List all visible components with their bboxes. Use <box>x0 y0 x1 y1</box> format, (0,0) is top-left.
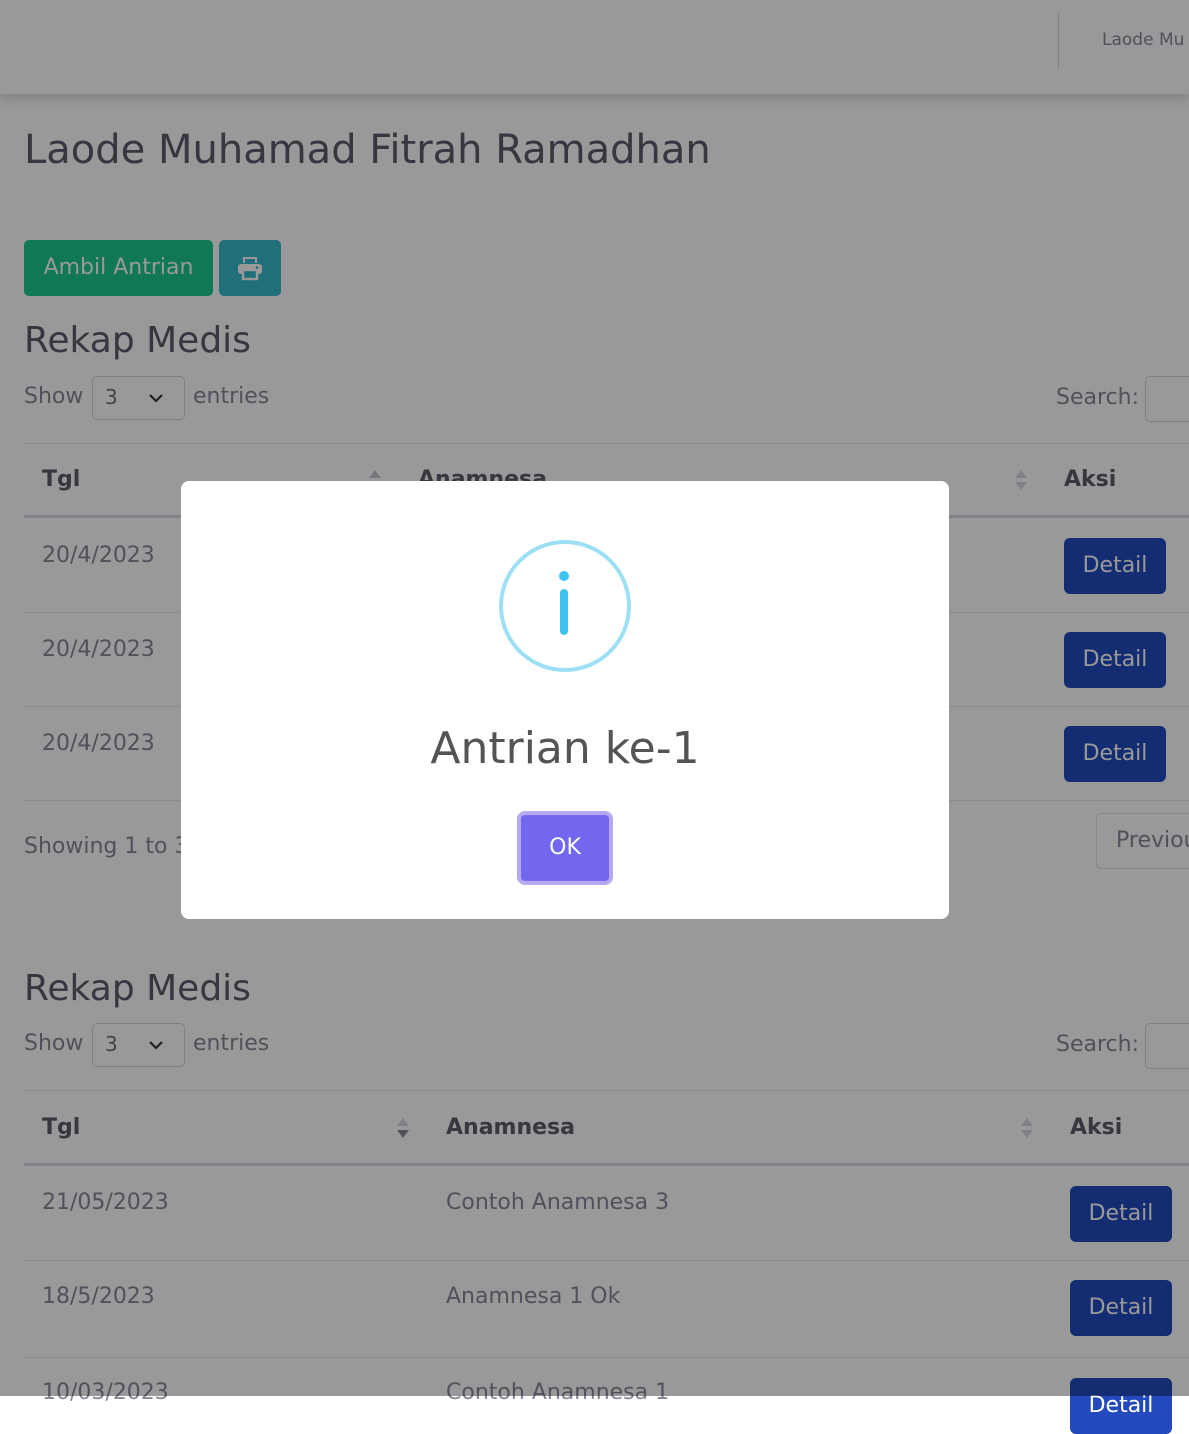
dialog-title: Antrian ke-1 <box>430 723 700 774</box>
info-icon-bar <box>560 589 568 635</box>
info-icon <box>499 540 631 672</box>
ok-button[interactable]: OK <box>517 811 613 885</box>
info-icon-dot <box>559 571 569 581</box>
alert-dialog: Antrian ke-1 OK <box>181 481 949 919</box>
